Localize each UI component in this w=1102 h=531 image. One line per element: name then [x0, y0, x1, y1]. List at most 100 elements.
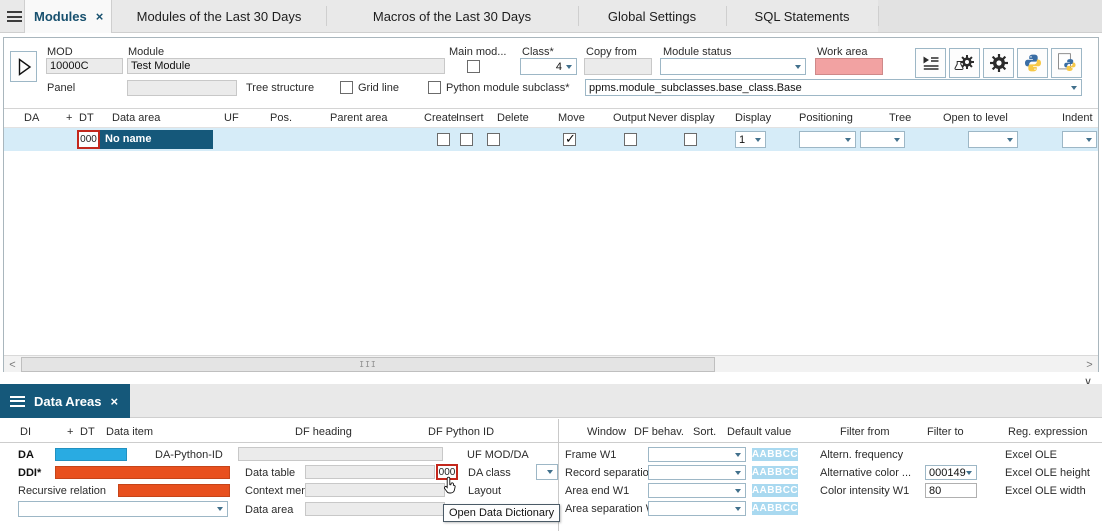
recursive-relation-select[interactable]	[18, 501, 228, 517]
scrollbar-grip-icon: III	[359, 360, 376, 369]
sort-col-header: Sort.	[693, 426, 716, 439]
tab-label: Global Settings	[608, 9, 696, 24]
context-menu-field[interactable]	[305, 483, 445, 497]
area-end-w1-select[interactable]	[648, 483, 746, 498]
gear-icon	[989, 53, 1009, 73]
da-python-id-field[interactable]	[238, 447, 443, 461]
tab-macros-last-30-days[interactable]: Macros of the Last 30 Days	[326, 0, 578, 32]
tab-separator	[878, 6, 879, 26]
macro-settings-button[interactable]	[949, 48, 980, 78]
bottom-header-divider	[0, 442, 1102, 443]
hamburger-icon[interactable]	[10, 396, 25, 407]
tab-data-areas[interactable]: Data Areas ×	[0, 384, 130, 418]
close-icon[interactable]: ×	[96, 9, 104, 24]
delete-checkbox[interactable]	[487, 133, 500, 146]
toolbar-divider	[4, 108, 1098, 109]
python-icon	[1023, 53, 1043, 73]
grid-col-header-output: Output	[613, 112, 646, 125]
dt-value: 000	[80, 134, 97, 145]
area-separation-w1-select[interactable]	[648, 501, 746, 516]
grid-line-label: Grid line	[358, 82, 399, 95]
python-subclass-checkbox[interactable]	[428, 81, 441, 94]
grid-row[interactable]: 000 No name 1	[4, 128, 1098, 151]
data-area-name-cell[interactable]: No name	[100, 130, 213, 149]
layout-label: Layout	[468, 485, 501, 498]
insert-checkbox[interactable]	[460, 133, 473, 146]
ddi-field[interactable]	[55, 466, 230, 479]
cursor-pointer	[444, 476, 459, 498]
class-select[interactable]: 4	[520, 58, 577, 75]
scroll-right-icon: >	[1086, 359, 1092, 371]
copy-from-field[interactable]	[584, 58, 652, 75]
tab-sql-statements[interactable]: SQL Statements	[726, 0, 878, 32]
filter-from-col-header: Filter from	[840, 426, 890, 439]
uf-mod-da-label: UF MOD/DA	[467, 449, 529, 462]
class-value: 4	[556, 61, 562, 73]
data-table-field[interactable]	[305, 465, 435, 479]
move-checkbox[interactable]	[563, 133, 576, 146]
horizontal-scrollbar[interactable]: < III >	[4, 355, 1098, 372]
positioning-select[interactable]	[799, 131, 856, 148]
tab-modules-last-30-days[interactable]: Modules of the Last 30 Days	[112, 0, 326, 32]
python-file-button[interactable]	[1051, 48, 1082, 78]
module-status-select[interactable]	[660, 58, 806, 75]
scrollbar-thumb[interactable]: III	[21, 357, 715, 372]
main-module-checkbox[interactable]	[467, 60, 480, 73]
data-item-col-header: Data item	[106, 426, 153, 439]
tab-global-settings[interactable]: Global Settings	[578, 0, 726, 32]
alternative-color-select[interactable]: 000149	[925, 465, 977, 480]
frame-w1-select[interactable]	[648, 447, 746, 462]
main-menu-button[interactable]	[7, 11, 22, 22]
record-separation-w1-select[interactable]	[648, 465, 746, 480]
create-checkbox[interactable]	[437, 133, 450, 146]
altern-frequency-label: Altern. frequency	[820, 449, 903, 462]
work-area-field[interactable]	[815, 58, 883, 75]
app-window: Modules × Modules of the Last 30 Days Ma…	[0, 0, 1102, 531]
grid-col-header-indent: Indent	[1062, 112, 1093, 125]
recursive-relation-field[interactable]	[118, 484, 230, 497]
tab-label: SQL Statements	[755, 9, 850, 24]
da-field[interactable]	[55, 448, 127, 461]
scroll-right-button[interactable]: >	[1081, 356, 1098, 373]
area-separation-color-field[interactable]: AABBCC	[752, 502, 798, 515]
recursive-relation-label: Recursive relation	[18, 485, 106, 498]
display-select[interactable]: 1	[735, 131, 766, 148]
filter-to-col-header: Filter to	[927, 426, 964, 439]
frame-w1-color-field[interactable]: AABBCC	[752, 448, 798, 461]
scroll-left-icon: <	[9, 359, 15, 371]
output-checkbox[interactable]	[624, 133, 637, 146]
tab-modules[interactable]: Modules ×	[24, 0, 112, 33]
data-table-label: Data table	[245, 467, 295, 480]
module-name-field[interactable]: Test Module	[127, 58, 445, 74]
area-end-color-field[interactable]: AABBCC	[752, 484, 798, 497]
never-display-checkbox[interactable]	[684, 133, 697, 146]
python-button[interactable]	[1017, 48, 1048, 78]
reg-expression-col-header: Reg. expression	[1008, 426, 1088, 439]
dt-cell[interactable]: 000	[77, 130, 100, 149]
data-area-label: Data area	[245, 504, 293, 517]
python-subclass-select[interactable]: ppms.module_subclasses.base_class.Base	[585, 79, 1082, 96]
close-icon[interactable]: ×	[110, 394, 118, 409]
panel-field[interactable]	[127, 80, 237, 96]
scroll-left-button[interactable]: <	[4, 356, 21, 373]
mod-field[interactable]: 10000C	[46, 58, 123, 74]
run-list-button[interactable]	[915, 48, 946, 78]
data-area-field[interactable]	[305, 502, 445, 516]
open-to-level-select[interactable]	[968, 131, 1018, 148]
grid-add-row-button[interactable]: +	[66, 112, 72, 125]
grid-line-checkbox[interactable]	[340, 81, 353, 94]
grid-col-header-tree: Tree	[889, 112, 911, 125]
area-end-w1-label: Area end W1	[565, 485, 629, 498]
record-separation-color-field[interactable]: AABBCC	[752, 466, 798, 479]
tree-select[interactable]	[860, 131, 905, 148]
add-data-item-button[interactable]: +	[67, 426, 73, 439]
gear-macro-icon	[954, 53, 975, 73]
run-list-icon	[921, 53, 941, 73]
indent-select[interactable]	[1062, 131, 1097, 148]
da-class-select[interactable]	[536, 464, 558, 480]
hamburger-icon	[7, 11, 22, 22]
panel-label: Panel	[47, 82, 75, 95]
settings-button[interactable]	[983, 48, 1014, 78]
color-intensity-w1-field[interactable]: 80	[925, 483, 977, 498]
run-module-button[interactable]	[10, 51, 37, 82]
